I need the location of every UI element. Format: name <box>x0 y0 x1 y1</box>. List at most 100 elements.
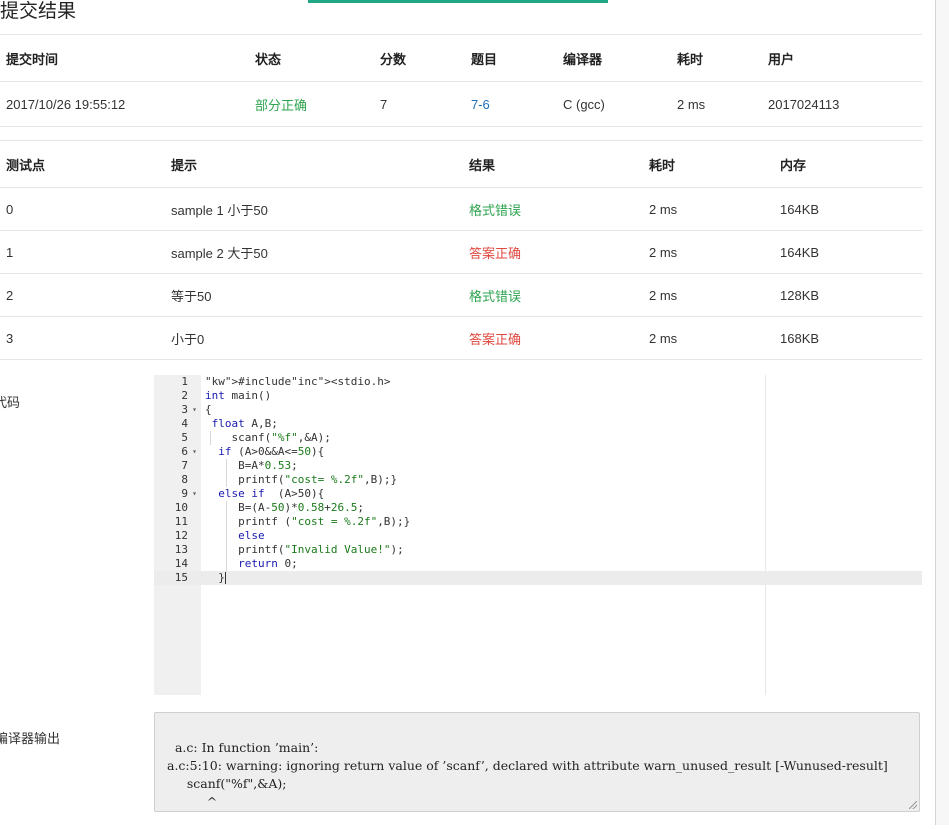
table-row: 1 sample 2 大于50 答案正确 2 ms 164KB <box>0 231 922 274</box>
header-user: 用户 <box>768 51 795 67</box>
page-title: 提交结果 <box>0 1 77 22</box>
code-text: printf ("cost = %.2f",B);} <box>205 515 411 528</box>
test-id: 2 <box>6 287 14 303</box>
test-result: 格式错误 <box>469 202 522 218</box>
tests-header-row: 测试点 提示 结果 耗时 内存 <box>0 141 922 188</box>
header-result: 结果 <box>469 157 496 173</box>
compiler-output-label: 编译器输出 <box>0 731 61 746</box>
summary-header-row: 提交时间 状态 分数 题目 编译器 耗时 用户 <box>0 35 922 82</box>
line-number: 15 <box>174 571 188 584</box>
header-score: 分数 <box>380 51 407 67</box>
code-line: 12 else <box>154 529 922 543</box>
code-line: 9 ▾ else if (A>50){ <box>154 487 922 501</box>
code-text: B=(A-50)*0.58+26.5; <box>205 501 364 514</box>
test-id: 1 <box>6 244 14 260</box>
code-line: 11 printf ("cost = %.2f",B);} <box>154 515 922 529</box>
code-line: 15 } <box>154 571 922 585</box>
line-number: 1 <box>181 375 188 388</box>
active-tab-indicator <box>308 0 608 3</box>
fold-arrow-icon[interactable]: ▾ <box>190 445 199 459</box>
line-number: 12 <box>174 529 188 542</box>
test-memory: 164KB <box>780 244 820 260</box>
line-number: 3 <box>181 403 188 416</box>
submit-time: 2017/10/26 19:55:12 <box>6 96 126 112</box>
code-text: int main() <box>205 389 272 402</box>
code-line: 1 "kw">#include"inc"><stdio.h> <box>154 375 922 389</box>
test-hint: sample 1 小于50 <box>171 202 268 218</box>
header-duration: 耗时 <box>677 51 704 67</box>
submission-summary-table: 提交时间 状态 分数 题目 编译器 耗时 用户 2017/10/26 19:55… <box>0 34 922 127</box>
code-section-label: 代码 <box>0 395 21 410</box>
line-number: 10 <box>174 501 188 514</box>
scrollbar-track[interactable] <box>935 0 949 825</box>
fold-arrow-icon[interactable]: ▾ <box>190 487 199 501</box>
test-result: 答案正确 <box>469 245 522 261</box>
code-line: 5 scanf("%f",&A); <box>154 431 922 445</box>
resize-handle-icon[interactable] <box>909 801 917 809</box>
code-text: { <box>205 403 212 416</box>
problem-link[interactable]: 7-6 <box>471 82 490 126</box>
header-test-point: 测试点 <box>6 157 46 173</box>
code-text: else if (A>50){ <box>218 487 325 500</box>
test-result: 格式错误 <box>469 288 522 304</box>
window-edge <box>935 0 936 825</box>
code-text: float A,B; <box>211 417 278 430</box>
code-line: 2 int main() <box>154 389 922 403</box>
compiler-value: C (gcc) <box>563 96 605 112</box>
test-hint: sample 2 大于50 <box>171 245 268 261</box>
code-text: else <box>238 529 265 542</box>
score-value: 7 <box>380 96 388 112</box>
code-editor[interactable]: 1 "kw">#include"inc"><stdio.h> 2 int main()… <box>154 375 922 695</box>
code-text: } <box>205 571 226 584</box>
code-text: "kw">#include"inc"><stdio.h> <box>205 375 391 388</box>
code-text: return 0; <box>238 557 298 570</box>
code-lines: 1 "kw">#include"inc"><stdio.h> 2 int main()… <box>154 375 922 585</box>
header-status: 状态 <box>255 51 282 67</box>
header-problem: 题目 <box>471 51 498 67</box>
code-text: printf("cost= %.2f",B);} <box>205 473 398 486</box>
code-line: 6 ▾ if (A>0&&A<=50){ <box>154 445 922 459</box>
test-memory: 168KB <box>780 330 820 346</box>
test-time: 2 ms <box>649 330 678 346</box>
table-row: 3 小于0 答案正确 2 ms 168KB <box>0 317 922 360</box>
code-line: 10 B=(A-50)*0.58+26.5; <box>154 501 922 515</box>
test-id: 0 <box>6 201 14 217</box>
user-value: 2017024113 <box>768 96 840 112</box>
table-row: 0 sample 1 小于50 格式错误 2 ms 164KB <box>0 188 922 231</box>
test-memory: 164KB <box>780 201 820 217</box>
code-line: 13 printf("Invalid Value!"); <box>154 543 922 557</box>
header-compiler: 编译器 <box>563 51 603 67</box>
code-line: 8 printf("cost= %.2f",B);} <box>154 473 922 487</box>
test-hint: 小于0 <box>171 331 205 347</box>
header-submit-time: 提交时间 <box>6 51 59 67</box>
header-time: 耗时 <box>649 157 676 173</box>
test-result: 答案正确 <box>469 331 522 347</box>
code-text: B=A*0.53; <box>205 459 298 472</box>
summary-row: 2017/10/26 19:55:12 部分正确 7 7-6 C (gcc) 2… <box>0 82 922 127</box>
code-text: printf("Invalid Value!"); <box>205 543 404 556</box>
line-number: 13 <box>174 543 188 556</box>
test-id: 3 <box>6 330 14 346</box>
test-time: 2 ms <box>649 201 678 217</box>
line-number: 14 <box>174 557 188 570</box>
code-line: 14 return 0; <box>154 557 922 571</box>
compiler-output-text: a.c: In function ’main’: a.c:5:10: warni… <box>167 740 888 809</box>
test-points-table: 测试点 提示 结果 耗时 内存 0 sample 1 小于50 格式错误 2 m… <box>0 140 922 360</box>
line-number: 6 <box>181 445 188 458</box>
table-row: 2 等于50 格式错误 2 ms 128KB <box>0 274 922 317</box>
test-hint: 等于50 <box>171 288 212 304</box>
header-hint: 提示 <box>171 157 198 173</box>
test-time: 2 ms <box>649 244 678 260</box>
duration-value: 2 ms <box>677 96 706 112</box>
line-number: 11 <box>174 515 188 528</box>
line-number: 8 <box>181 473 188 486</box>
test-time: 2 ms <box>649 287 678 303</box>
status-badge: 部分正确 <box>255 97 308 113</box>
fold-arrow-icon[interactable]: ▾ <box>190 403 199 417</box>
compiler-output-textarea[interactable]: a.c: In function ’main’: a.c:5:10: warni… <box>154 712 920 812</box>
line-number: 2 <box>181 389 188 402</box>
code-text: scanf("%f",&A); <box>205 431 331 444</box>
code-line: 3 ▾ { <box>154 403 922 417</box>
text-cursor <box>224 572 226 584</box>
test-memory: 128KB <box>780 287 820 303</box>
